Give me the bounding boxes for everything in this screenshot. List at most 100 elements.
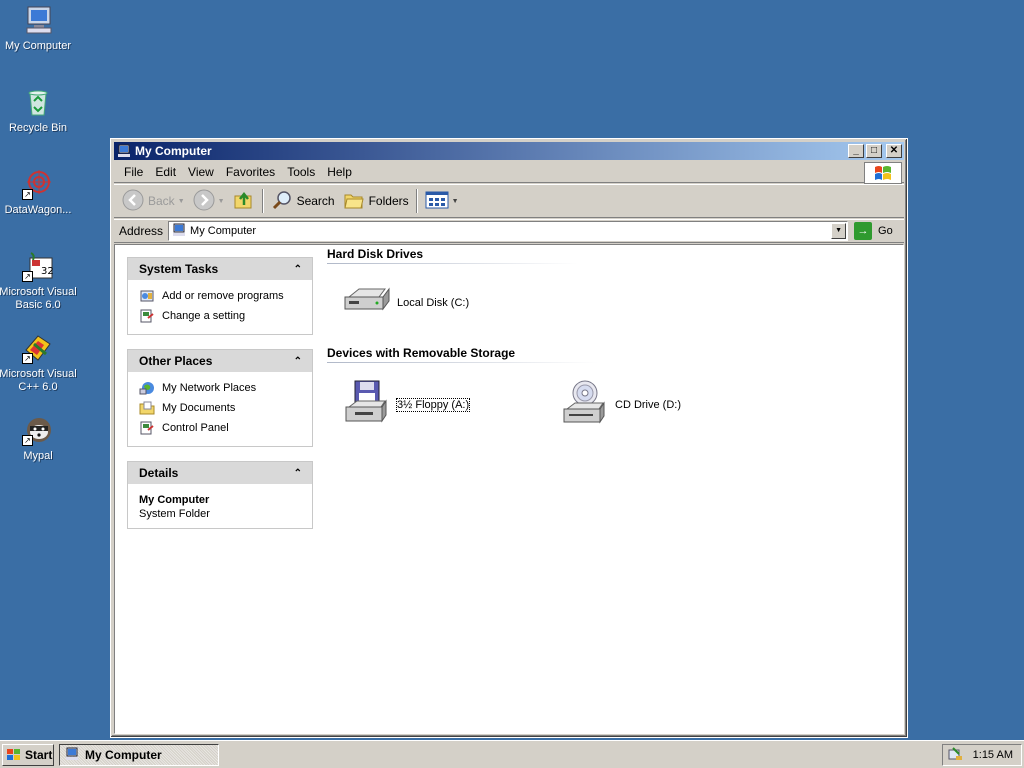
my-computer-icon — [65, 747, 79, 764]
panel-title: Details — [139, 466, 179, 480]
clock[interactable]: 1:15 AM — [973, 749, 1013, 761]
back-dropdown-icon[interactable]: ▼ — [178, 198, 185, 205]
forward-button[interactable]: ▼ — [189, 187, 229, 215]
control-panel-icon — [139, 308, 155, 324]
menu-file[interactable]: File — [118, 163, 149, 181]
back-arrow-icon — [122, 189, 144, 214]
drive-label: 3½ Floppy (A:) — [395, 397, 471, 412]
address-value: My Computer — [190, 225, 257, 237]
desktop-icon-label: DataWagon... — [4, 204, 72, 216]
close-button[interactable]: ✕ — [886, 144, 902, 158]
back-label: Back — [148, 194, 175, 208]
system-tasks-panel: System Tasks ⌃ Add or remove programs Ch… — [127, 257, 313, 335]
desktop-icon-label: Microsoft Visual Basic 6.0 — [0, 286, 77, 311]
desktop-icon-label: Microsoft Visual C++ 6.0 — [0, 368, 77, 393]
floppy-drive-icon — [343, 379, 391, 430]
menu-view[interactable]: View — [182, 163, 220, 181]
other-places-panel: Other Places ⌃ My Network Places My Docu… — [127, 349, 313, 447]
cd-drive-icon — [561, 379, 609, 430]
task-add-remove-programs[interactable]: Add or remove programs — [139, 286, 302, 306]
start-button[interactable]: Start — [2, 744, 54, 766]
go-arrow-icon: → — [854, 222, 873, 240]
desktop-icon-mypal[interactable]: ↗ Mypal — [0, 414, 78, 463]
folders-label: Folders — [368, 194, 409, 208]
place-label: Control Panel — [162, 422, 229, 434]
collapse-chevron-icon[interactable]: ⌃ — [294, 264, 302, 275]
tray-app-icon[interactable] — [947, 746, 963, 765]
minimize-button[interactable]: _ — [848, 144, 864, 158]
menu-tools[interactable]: Tools — [281, 163, 321, 181]
details-item-type: System Folder — [139, 508, 210, 520]
collapse-chevron-icon[interactable]: ⌃ — [294, 356, 302, 367]
folders-button[interactable]: Folders — [339, 187, 413, 215]
shortcut-arrow-icon: ↗ — [22, 189, 33, 200]
address-input[interactable]: My Computer ▼ — [168, 221, 849, 241]
task-change-setting[interactable]: Change a setting — [139, 306, 302, 326]
my-computer-icon — [172, 223, 186, 240]
views-dropdown-icon[interactable]: ▼ — [452, 198, 459, 205]
drives-content: Hard Disk Drives Local Disk (C:) Devices… — [327, 245, 903, 733]
task-label: Change a setting — [162, 310, 246, 322]
go-label: Go — [878, 225, 893, 237]
place-label: My Network Places — [162, 382, 257, 394]
desktop-icon-label: Mypal — [23, 450, 53, 462]
taskbar-button-my-computer[interactable]: My Computer — [59, 744, 219, 766]
mypal-icon: ↗ — [22, 414, 54, 446]
folders-icon — [343, 189, 365, 214]
panel-title: System Tasks — [139, 262, 219, 276]
desktop-icon-label: My Computer — [4, 40, 72, 52]
svg-text:32: 32 — [41, 266, 54, 277]
place-my-documents[interactable]: My Documents — [139, 398, 302, 418]
drive-label: Local Disk (C:) — [397, 296, 470, 309]
control-panel-icon — [139, 420, 155, 436]
up-folder-button[interactable] — [229, 187, 259, 215]
other-places-header[interactable]: Other Places ⌃ — [128, 350, 312, 372]
windows-flag-icon — [6, 748, 22, 762]
maximize-button[interactable]: □ — [866, 144, 882, 158]
menu-favorites[interactable]: Favorites — [220, 163, 281, 181]
desktop-icon-recycle-bin[interactable]: Recycle Bin — [0, 86, 78, 135]
toolbar-separator — [415, 189, 418, 213]
desktop-icon-visual-cpp[interactable]: ↗ Microsoft Visual C++ 6.0 — [0, 332, 78, 394]
drive-label: CD Drive (D:) — [615, 398, 681, 411]
back-button[interactable]: Back ▼ — [118, 187, 189, 215]
datawagon-icon: ↗ — [22, 168, 54, 200]
address-bar: Address My Computer ▼ → Go — [114, 219, 904, 243]
shortcut-arrow-icon: ↗ — [22, 435, 33, 446]
views-button[interactable]: ▼ — [421, 187, 463, 215]
network-places-icon — [139, 380, 155, 396]
my-computer-icon — [22, 4, 54, 36]
details-header[interactable]: Details ⌃ — [128, 462, 312, 484]
panel-title: Other Places — [139, 354, 213, 368]
toolbar-separator — [261, 189, 264, 213]
group-header-removable-storage: Devices with Removable Storage — [327, 346, 597, 363]
drive-floppy-a[interactable]: 3½ Floppy (A:) — [343, 379, 471, 430]
desktop-icon-datawagon[interactable]: ↗ DataWagon... — [0, 168, 78, 217]
desktop-icon-visual-basic[interactable]: 32 ↗ Microsoft Visual Basic 6.0 — [0, 250, 78, 312]
address-label: Address — [119, 224, 164, 238]
drive-local-disk-c[interactable]: Local Disk (C:) — [343, 285, 469, 320]
taskbar-button-label: My Computer — [85, 748, 162, 762]
task-label: Add or remove programs — [162, 290, 284, 302]
menu-help[interactable]: Help — [321, 163, 358, 181]
address-dropdown-button[interactable]: ▼ — [831, 223, 847, 239]
shortcut-arrow-icon: ↗ — [22, 353, 33, 364]
system-tasks-header[interactable]: System Tasks ⌃ — [128, 258, 312, 280]
collapse-chevron-icon[interactable]: ⌃ — [294, 468, 302, 479]
go-button[interactable]: → Go — [854, 222, 893, 240]
group-header-hard-disks: Hard Disk Drives — [327, 247, 577, 264]
search-button[interactable]: Search — [267, 187, 339, 215]
desktop-icon-my-computer[interactable]: My Computer — [0, 4, 78, 53]
search-icon — [271, 189, 293, 214]
place-control-panel[interactable]: Control Panel — [139, 418, 302, 438]
my-documents-icon — [139, 400, 155, 416]
forward-dropdown-icon[interactable]: ▼ — [218, 198, 225, 205]
drive-cd-d[interactable]: CD Drive (D:) — [561, 379, 681, 430]
my-computer-window: My Computer _ □ ✕ File Edit View Favorit… — [110, 138, 908, 738]
details-item-name: My Computer — [139, 494, 210, 506]
place-label: My Documents — [162, 402, 236, 414]
up-folder-icon — [233, 189, 255, 214]
place-my-network-places[interactable]: My Network Places — [139, 378, 302, 398]
title-bar[interactable]: My Computer _ □ ✕ — [114, 142, 904, 160]
menu-edit[interactable]: Edit — [149, 163, 182, 181]
